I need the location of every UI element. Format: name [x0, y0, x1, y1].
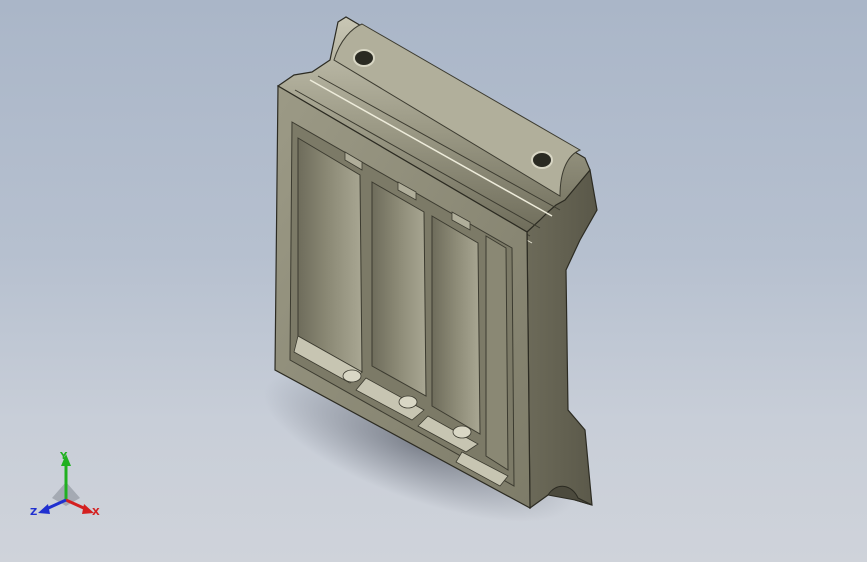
z-axis-arrow: [38, 504, 50, 514]
part-model[interactable]: [0, 0, 867, 562]
divider-round: [398, 395, 418, 409]
y-axis-label: Y: [59, 451, 68, 462]
z-axis-label: Z: [30, 507, 37, 518]
battery-slot-3[interactable]: [431, 215, 481, 435]
reference-triad: Y X Z: [30, 451, 100, 518]
mount-hole-left[interactable]: [353, 49, 375, 67]
battery-slot-1[interactable]: [297, 137, 363, 373]
battery-slot-2[interactable]: [371, 181, 427, 397]
x-axis-label: X: [92, 507, 100, 518]
mount-hole-right[interactable]: [531, 151, 553, 169]
divider-round: [342, 369, 362, 383]
battery-slot-4[interactable]: [485, 235, 509, 471]
divider-round: [452, 425, 472, 439]
graphics-viewport[interactable]: Y X Z: [0, 0, 867, 562]
